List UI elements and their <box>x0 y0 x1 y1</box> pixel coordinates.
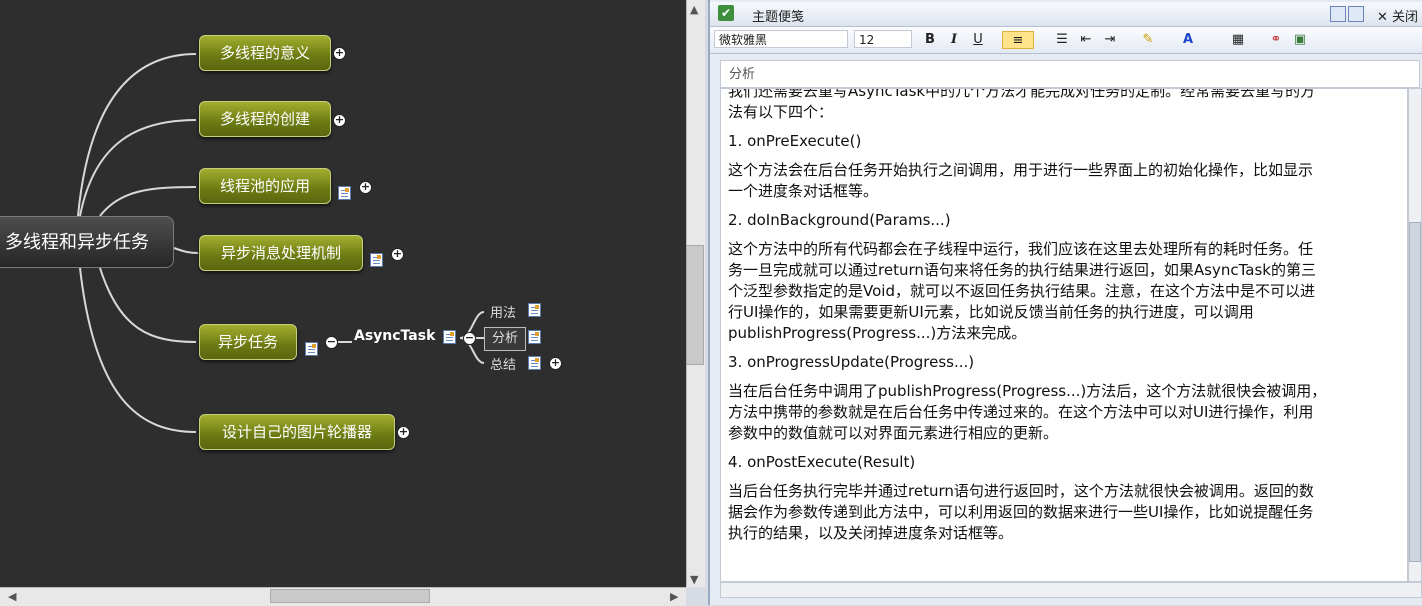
scroll-up-icon[interactable]: ▲ <box>690 3 698 16</box>
note-line: 据会作为参数传递到此方法中，可以利用返回的数据来进行一些UI操作，比如说提醒任务 <box>728 503 1314 521</box>
canvas-vertical-scroll-thumb[interactable] <box>686 245 704 365</box>
note-line: 法有以下四个： <box>728 103 834 121</box>
note-icon[interactable] <box>528 303 541 317</box>
expand-icon[interactable]: + <box>359 181 372 194</box>
note-icon[interactable] <box>305 342 318 356</box>
note-line: 当在后台任务中调用了publishProgress(Progress...)方法… <box>728 382 1327 400</box>
note-paragraph: 3. onProgressUpdate(Progress...) <box>728 352 1400 373</box>
expand-icon[interactable]: + <box>391 248 404 261</box>
font-family-select[interactable]: 微软雅黑 <box>714 30 848 48</box>
table-button[interactable]: ▦ <box>1228 31 1248 49</box>
note-icon[interactable] <box>528 330 541 344</box>
note-line: 这个方法会在后台任务开始执行之间调用，用于进行一些界面上的初始化操作，比如显示 <box>728 161 1314 179</box>
expand-icon[interactable]: + <box>333 114 346 127</box>
note-paragraph: 这个方法会在后台任务开始执行之间调用，用于进行一些界面上的初始化操作，比如显示一… <box>728 160 1400 202</box>
note-paragraph: 2. doInBackground(Params...) <box>728 210 1400 231</box>
check-icon[interactable]: ✔ <box>718 5 734 21</box>
note-icon[interactable] <box>528 356 541 370</box>
note-paragraph: 当后台任务执行完毕并通过return语句进行返回时，这个方法就很快会被调用。返回… <box>728 481 1400 544</box>
note-line: 4. onPostExecute(Result) <box>728 453 916 471</box>
scroll-left-icon[interactable]: ◀ <box>8 590 16 603</box>
note-line: 务一旦完成就可以通过return语句来将任务的执行结果进行返回，如果AsyncT… <box>728 261 1316 279</box>
expand-icon[interactable]: + <box>333 47 346 60</box>
link-icon[interactable]: ⚭ <box>1266 31 1286 49</box>
note-line: 1. onPreExecute() <box>728 132 862 150</box>
close-button[interactable]: ✕ 关闭 <box>1377 6 1418 25</box>
highlight-color-button[interactable]: ✎ <box>1138 31 1158 49</box>
subtopic-usage[interactable]: 用法 <box>490 302 516 321</box>
topic-threadpool[interactable]: 线程池的应用 <box>199 168 331 204</box>
font-color-button[interactable]: A <box>1178 31 1198 49</box>
topic-image-carousel[interactable]: 设计自己的图片轮播器 <box>199 414 395 450</box>
collapse-icon[interactable]: − <box>463 332 476 345</box>
topic-async-task[interactable]: 异步任务 <box>199 324 297 360</box>
note-line: 执行的结果，以及关闭掉进度条对话框等。 <box>728 524 1014 542</box>
note-line: 当后台任务执行完毕并通过return语句进行返回时，这个方法就很快会被调用。返回… <box>728 482 1314 500</box>
indent-button[interactable]: ⇥ <box>1100 31 1120 49</box>
notes-titlebar: ✔ 主题便笺 ✕ 关闭 <box>710 2 1422 27</box>
mindmap-canvas[interactable]: 多线程和异步任务 多线程的意义 + 多线程的创建 + 线程池的应用 + 异步消息… <box>0 0 686 587</box>
panel-title: 主题便笺 <box>752 10 805 25</box>
note-line: 方法中携带的参数就是在后台任务中传递过来的。在这个方法中可以对UI进行操作，利用 <box>728 403 1314 421</box>
expand-icon[interactable]: + <box>397 426 410 439</box>
image-icon[interactable]: ▣ <box>1290 31 1310 49</box>
note-icon[interactable] <box>338 186 351 200</box>
note-paragraph: 当在后台任务中调用了publishProgress(Progress...)方法… <box>728 381 1400 444</box>
float-icon[interactable] <box>1348 6 1364 22</box>
scroll-down-icon[interactable]: ▼ <box>690 573 698 586</box>
scroll-right-icon[interactable]: ▶ <box>670 590 678 603</box>
note-paragraph: 4. onPostExecute(Result) <box>728 452 1400 473</box>
format-toolbar: 微软雅黑 12 B I U ≡ ☰ ⇤ ⇥ ✎ A ▦ ⚭ ▣ <box>710 27 1422 54</box>
note-editor[interactable]: 我们还需要去重写AsyncTask中的几个方法才能完成对任务的定制。经常需要去重… <box>720 88 1408 582</box>
subtopic-summary[interactable]: 总结 <box>490 354 516 373</box>
note-icon[interactable] <box>443 330 456 344</box>
close-label: 关闭 <box>1391 10 1418 25</box>
note-line: publishProgress(Progress...)方法来完成。 <box>728 324 1027 342</box>
outdent-button[interactable]: ⇤ <box>1076 31 1096 49</box>
topic-multithread-meaning[interactable]: 多线程的意义 <box>199 35 331 71</box>
note-paragraph: 1. onPreExecute() <box>728 131 1400 152</box>
editor-horizontal-scrollbar[interactable] <box>720 582 1422 598</box>
expand-icon[interactable]: + <box>549 357 562 370</box>
bold-button[interactable]: B <box>920 31 940 49</box>
canvas-horizontal-scroll-thumb[interactable] <box>270 589 430 603</box>
note-text: 我们还需要去重写AsyncTask中的几个方法才能完成对任务的定制。经常需要去重… <box>728 88 1400 552</box>
note-line: 行UI操作的，如果需要更新UI元素，比如说反馈当前任务的执行进度，可以调用 <box>728 303 1254 321</box>
subtopic-asynctask[interactable]: AsyncTask <box>354 328 435 344</box>
subtopic-analysis[interactable]: 分析 <box>484 327 526 351</box>
subject-field[interactable]: 分析 <box>720 60 1420 88</box>
bullet-list-button[interactable]: ☰ <box>1052 31 1072 49</box>
align-left-button[interactable]: ≡ <box>1002 31 1034 49</box>
font-size-select[interactable]: 12 <box>854 30 912 48</box>
italic-button[interactable]: I <box>944 31 964 49</box>
note-paragraph: 我们还需要去重写AsyncTask中的几个方法才能完成对任务的定制。经常需要去重… <box>728 88 1400 123</box>
note-line: 3. onProgressUpdate(Progress...) <box>728 353 975 371</box>
mindmap-connectors <box>77 53 485 433</box>
topic-multithread-creation[interactable]: 多线程的创建 <box>199 101 331 137</box>
note-paragraph: 这个方法中的所有代码都会在子线程中运行，我们应该在这里去处理所有的耗时任务。任务… <box>728 239 1400 344</box>
root-topic[interactable]: 多线程和异步任务 <box>0 216 174 268</box>
editor-scroll-thumb[interactable] <box>1409 222 1421 562</box>
note-line: 我们还需要去重写AsyncTask中的几个方法才能完成对任务的定制。经常需要去重… <box>728 88 1316 100</box>
collapse-icon[interactable]: − <box>325 336 338 349</box>
note-line: 一个进度条对话框等。 <box>728 182 879 200</box>
topic-async-message[interactable]: 异步消息处理机制 <box>199 235 363 271</box>
note-line: 2. doInBackground(Params...) <box>728 211 951 229</box>
dock-icon[interactable] <box>1330 6 1346 22</box>
note-icon[interactable] <box>370 253 383 267</box>
note-line: 个泛型参数指定的是Void，就可以不返回任务执行结果。注意，在这个方法中是不可以… <box>728 282 1315 300</box>
underline-button[interactable]: U <box>968 31 988 49</box>
note-line: 这个方法中的所有代码都会在子线程中运行，我们应该在这里去处理所有的耗时任务。任 <box>728 240 1314 258</box>
notes-panel: ✔ 主题便笺 ✕ 关闭 微软雅黑 12 B I U ≡ ☰ ⇤ ⇥ ✎ A ▦ … <box>708 0 1422 605</box>
note-line: 参数中的数值就可以对界面元素进行相应的更新。 <box>728 424 1059 442</box>
